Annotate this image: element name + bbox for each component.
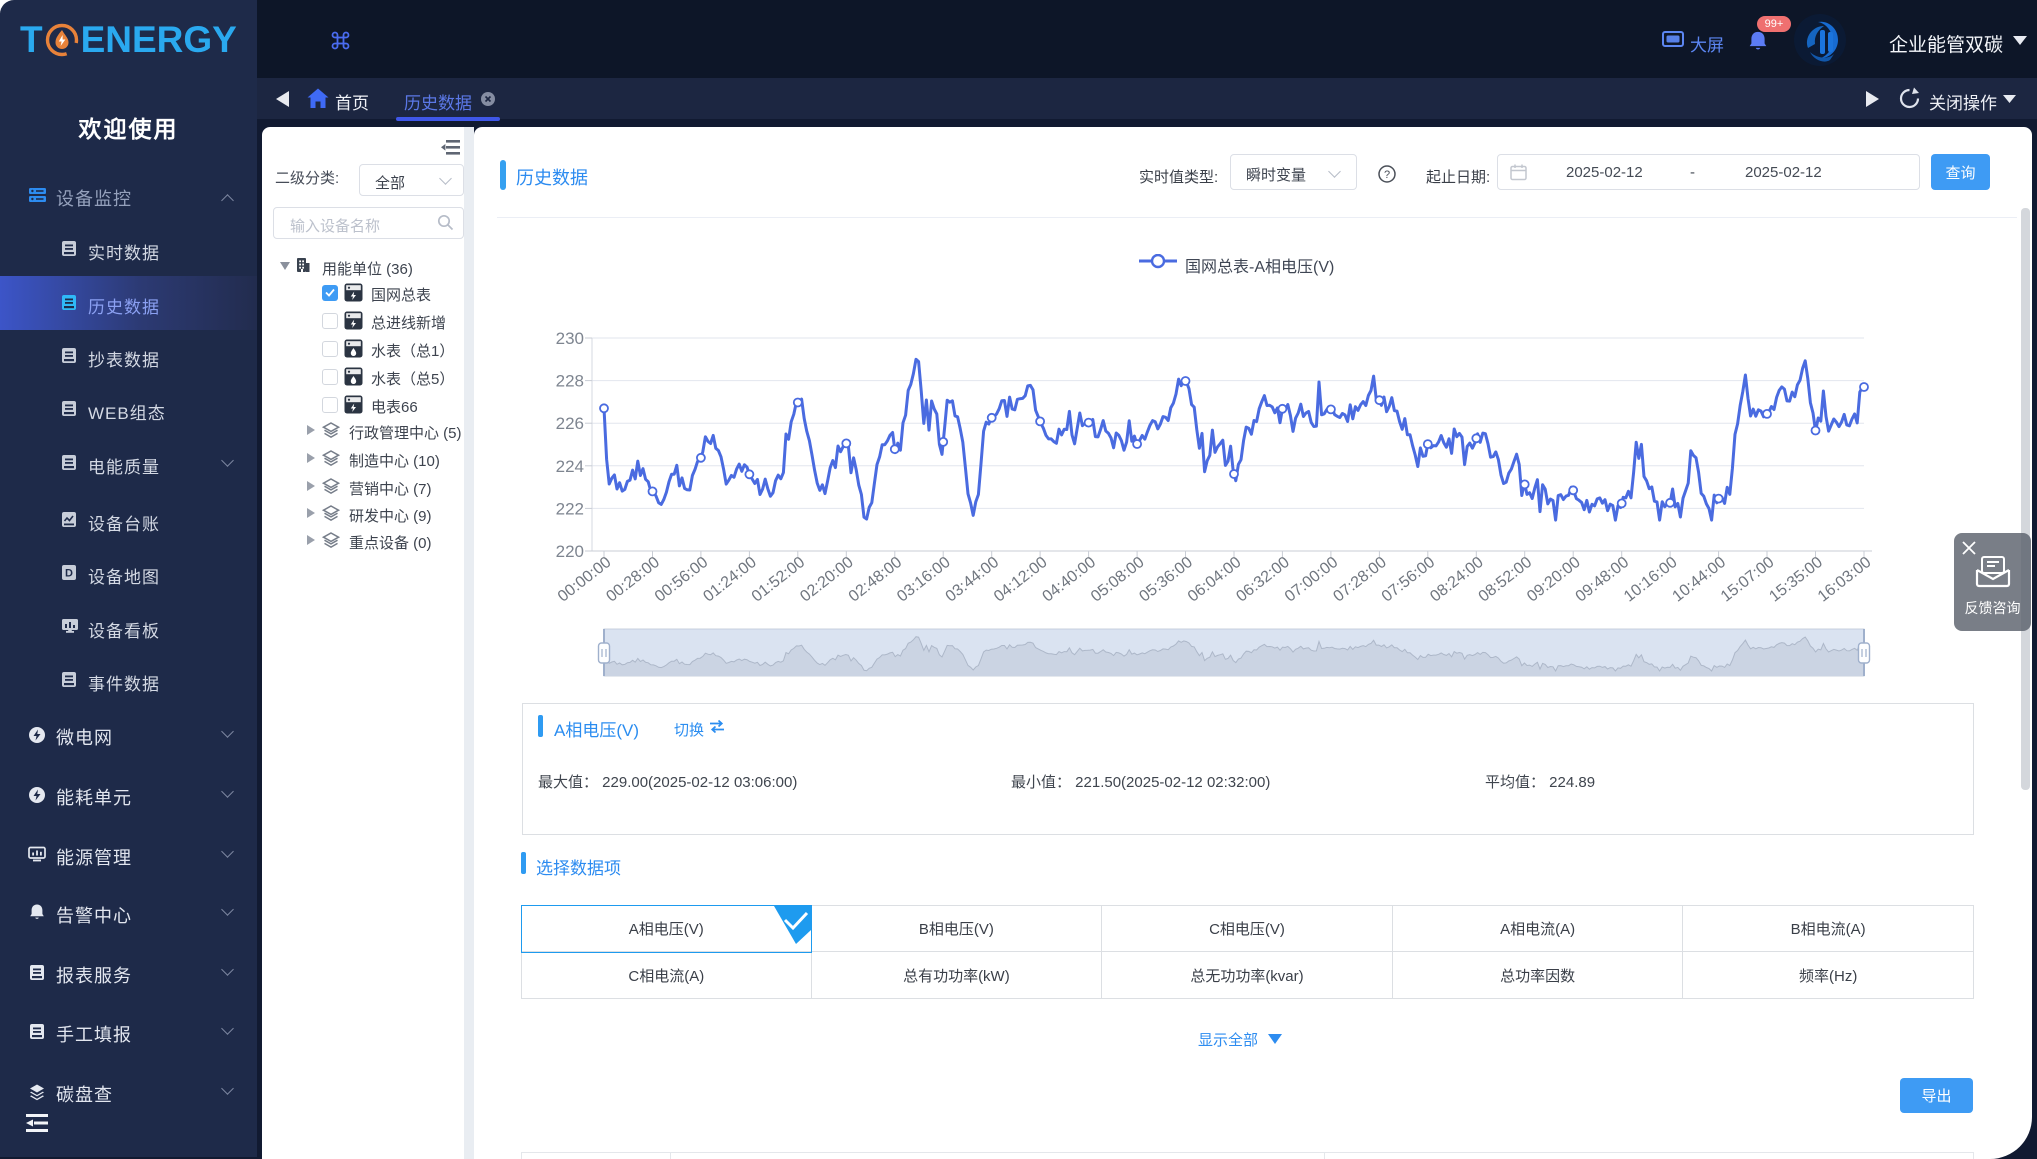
svg-text:02:48:00: 02:48:00 <box>846 554 906 606</box>
svg-text:09:20:00: 09:20:00 <box>1524 554 1584 606</box>
svg-text:226: 226 <box>556 414 584 433</box>
svg-text:09:48:00: 09:48:00 <box>1573 554 1633 606</box>
svg-text:07:28:00: 07:28:00 <box>1330 554 1390 606</box>
svg-text:15:35:00: 15:35:00 <box>1766 554 1826 606</box>
svg-text:224: 224 <box>556 457 584 476</box>
svg-text:00:28:00: 00:28:00 <box>603 554 663 606</box>
svg-text:16:03:00: 16:03:00 <box>1815 554 1875 606</box>
svg-text:10:44:00: 10:44:00 <box>1670 554 1730 606</box>
svg-text:04:40:00: 04:40:00 <box>1040 554 1100 606</box>
svg-text:07:00:00: 07:00:00 <box>1282 554 1342 606</box>
svg-text:220: 220 <box>556 542 584 561</box>
svg-text:08:52:00: 08:52:00 <box>1476 554 1536 606</box>
svg-text:01:52:00: 01:52:00 <box>749 554 809 606</box>
svg-text:222: 222 <box>556 499 584 518</box>
svg-text:03:44:00: 03:44:00 <box>943 554 1003 606</box>
svg-text:04:12:00: 04:12:00 <box>991 554 1051 606</box>
svg-text:D: D <box>65 568 73 580</box>
svg-text:07:56:00: 07:56:00 <box>1379 554 1439 606</box>
svg-text:?: ? <box>1384 169 1390 181</box>
svg-text:06:32:00: 06:32:00 <box>1233 554 1293 606</box>
svg-text:08:24:00: 08:24:00 <box>1427 554 1487 606</box>
svg-text:10:16:00: 10:16:00 <box>1621 554 1681 606</box>
svg-text:03:16:00: 03:16:00 <box>894 554 954 606</box>
svg-text:00:56:00: 00:56:00 <box>652 554 712 606</box>
svg-text:05:36:00: 05:36:00 <box>1136 554 1196 606</box>
svg-text:00:00:00: 00:00:00 <box>555 554 615 606</box>
svg-text:228: 228 <box>556 372 584 391</box>
svg-text:01:24:00: 01:24:00 <box>700 554 760 606</box>
svg-text:06:04:00: 06:04:00 <box>1185 554 1245 606</box>
svg-text:05:08:00: 05:08:00 <box>1088 554 1148 606</box>
svg-text:02:20:00: 02:20:00 <box>797 554 857 606</box>
svg-text:15:07:00: 15:07:00 <box>1718 554 1778 606</box>
svg-text:230: 230 <box>556 329 584 348</box>
